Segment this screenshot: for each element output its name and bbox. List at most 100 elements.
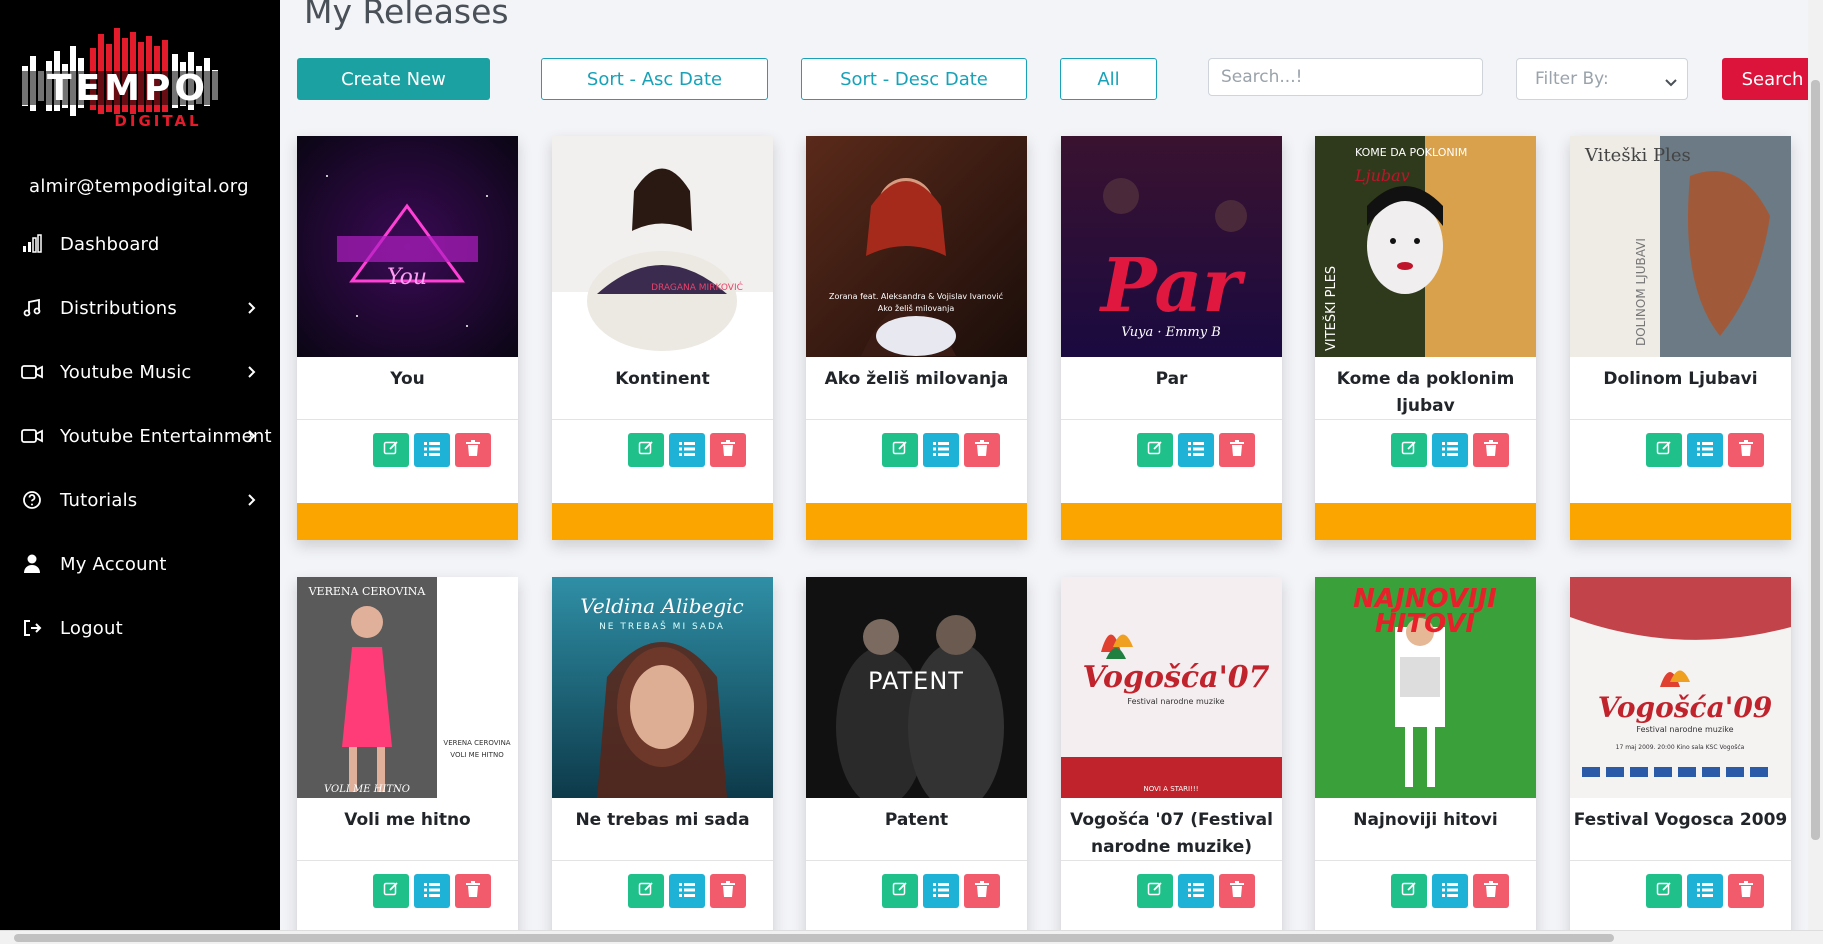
horizontal-scrollbar[interactable] [0,930,1823,944]
release-cover[interactable]: Vogošća'09 Festival narodne muzike 17 ma… [1570,577,1791,798]
edit-button[interactable] [628,874,664,908]
delete-button[interactable] [1219,433,1255,467]
list-icon [1188,882,1204,901]
release-cover[interactable]: Par Vuya · Emmy B [1061,136,1282,357]
release-cover[interactable]: Vogošća'07 Festival narodne muzike NOVI … [1061,577,1282,798]
all-button[interactable]: All [1060,58,1157,100]
details-button[interactable] [923,874,959,908]
edit-button[interactable] [373,433,409,467]
chevron-down-icon [1665,73,1677,93]
svg-text:Viteški Ples: Viteški Ples [1584,145,1691,166]
edit-button[interactable] [882,874,918,908]
sidebar-item-dashboard[interactable]: Dashboard [0,219,280,269]
sidebar-item-logout[interactable]: Logout [0,603,280,653]
edit-button[interactable] [1646,433,1682,467]
release-title: Kome da poklonim ljubav [1336,369,1515,416]
release-card: Par Vuya · Emmy B Par [1061,136,1282,540]
delete-button[interactable] [964,874,1000,908]
edit-button[interactable] [1391,874,1427,908]
delete-button[interactable] [1219,874,1255,908]
svg-text:Vuya · Emmy B: Vuya · Emmy B [1121,325,1221,340]
details-button[interactable] [1178,433,1214,467]
edit-icon [892,881,908,901]
question-circle-icon [20,488,44,512]
tempo-digital-logo[interactable]: TEMPO DIGITAL [18,26,238,138]
edit-button[interactable] [373,874,409,908]
music-note-icon [20,296,44,320]
edit-button[interactable] [882,433,918,467]
details-button[interactable] [1432,433,1468,467]
details-button[interactable] [1687,433,1723,467]
delete-button[interactable] [710,874,746,908]
filter-by-select[interactable]: Filter By: [1516,58,1688,100]
details-button[interactable] [923,433,959,467]
search-input[interactable] [1208,58,1483,96]
trash-icon [975,440,989,460]
release-cover[interactable]: NAJNOVIJI HITOVI [1315,577,1536,798]
list-icon [679,441,695,460]
delete-button[interactable] [455,874,491,908]
list-icon [933,441,949,460]
sidebar-item-youtube-music[interactable]: Youtube Music [0,347,280,397]
release-title: Festival Vogosca 2009 [1573,810,1788,830]
page-title: My Releases [304,0,509,31]
release-cover[interactable]: VERENA CEROVINA VERENA CEROVINA VOLI ME … [297,577,518,798]
edit-button[interactable] [1391,433,1427,467]
svg-text:DIGITAL: DIGITAL [114,112,201,130]
delete-button[interactable] [1473,874,1509,908]
sidebar-item-distributions[interactable]: Distributions [0,283,280,333]
release-cover[interactable]: DRAGANA MIRKOVIĆ [552,136,773,357]
details-button[interactable] [1687,874,1723,908]
release-cover[interactable]: Viteški Ples DOLINOM LJUBAVI [1570,136,1791,357]
release-cover[interactable]: VITEŠKI PLES KOME DA POKLONIM Ljubav [1315,136,1536,357]
sidebar-item-youtube-entertainment[interactable]: Youtube Entertainment [0,411,280,461]
release-title: Dolinom Ljubavi [1603,369,1758,389]
status-bar [1570,503,1791,540]
delete-button[interactable] [964,433,1000,467]
sidebar-item-label: Tutorials [60,489,138,511]
edit-icon [892,440,908,460]
release-cover[interactable]: PATENT [806,577,1027,798]
trash-icon [1230,881,1244,901]
trash-icon [1739,881,1753,901]
sidebar: TEMPO DIGITAL almir@tempodigital.org Das… [0,0,280,944]
release-card: Viteški Ples DOLINOM LJUBAVI Dolinom Lju… [1570,136,1791,540]
release-title: Voli me hitno [344,810,471,830]
edit-button[interactable] [1137,433,1173,467]
details-button[interactable] [414,433,450,467]
details-button[interactable] [414,874,450,908]
list-icon [1442,882,1458,901]
scrollbar-thumb[interactable] [14,934,1614,942]
sidebar-item-tutorials[interactable]: Tutorials [0,475,280,525]
details-button[interactable] [669,874,705,908]
list-icon [1188,441,1204,460]
list-icon [679,882,695,901]
svg-text:Ljubav: Ljubav [1354,166,1410,185]
edit-button[interactable] [1137,874,1173,908]
edit-button[interactable] [1646,874,1682,908]
sidebar-item-my-account[interactable]: My Account [0,539,280,589]
edit-button[interactable] [628,433,664,467]
details-button[interactable] [669,433,705,467]
scrollbar-thumb[interactable] [1811,80,1820,840]
create-new-button[interactable]: Create New [297,58,490,100]
trash-icon [721,440,735,460]
delete-button[interactable] [455,433,491,467]
delete-button[interactable] [1728,874,1764,908]
details-button[interactable] [1178,874,1214,908]
delete-button[interactable] [1728,433,1764,467]
release-card: Zorana feat. Aleksandra & Vojislav Ivano… [806,136,1027,540]
delete-button[interactable] [710,433,746,467]
video-camera-icon [20,424,44,448]
details-button[interactable] [1432,874,1468,908]
vertical-scrollbar[interactable] [1808,0,1823,930]
release-title: Patent [884,810,949,830]
release-cover[interactable]: Veldina Alibegic NE TREBAŠ MI SADA [552,577,773,798]
delete-button[interactable] [1473,433,1509,467]
release-card: Veldina Alibegic NE TREBAŠ MI SADA Ne tr… [552,577,773,930]
release-cover[interactable]: You [297,136,518,357]
edit-icon [383,440,399,460]
release-cover[interactable]: Zorana feat. Aleksandra & Vojislav Ivano… [806,136,1027,357]
sort-asc-date-button[interactable]: Sort - Asc Date [541,58,768,100]
sort-desc-date-button[interactable]: Sort - Desc Date [801,58,1027,100]
